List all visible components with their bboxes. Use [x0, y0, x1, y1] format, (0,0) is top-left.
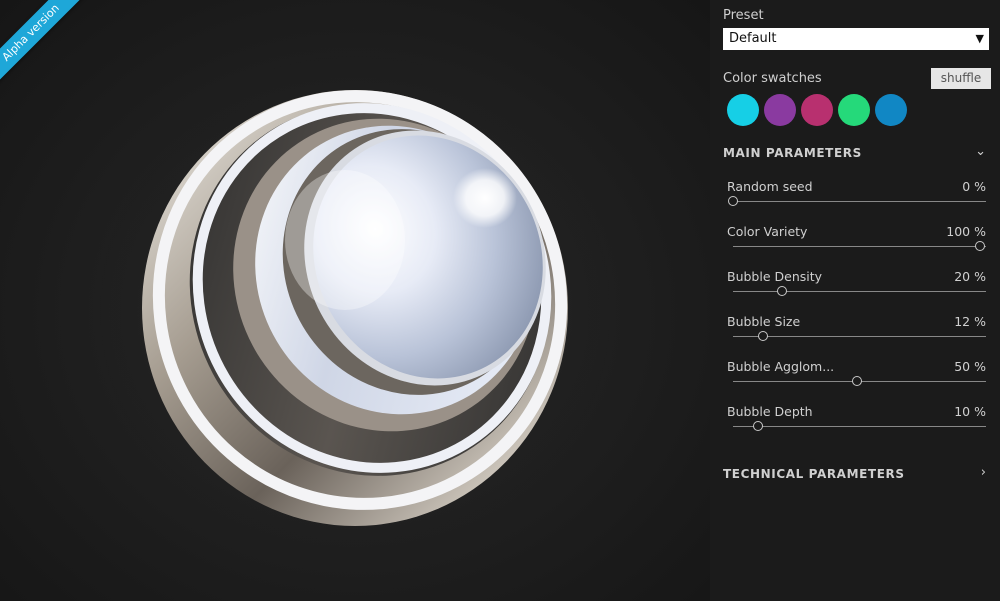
slider-track[interactable]: [733, 336, 986, 337]
param-name: Bubble Depth: [727, 404, 813, 419]
param-bubble-density: Bubble Density 20 %: [727, 269, 986, 314]
slider-track[interactable]: [733, 201, 986, 202]
param-name: Random seed: [727, 179, 813, 194]
slider-track[interactable]: [733, 246, 986, 247]
slider-knob[interactable]: [752, 421, 763, 431]
param-bubble-size: Bubble Size 12 %: [727, 314, 986, 359]
slider-knob[interactable]: [757, 331, 768, 341]
color-swatch[interactable]: [838, 94, 870, 126]
param-value: 10 %: [954, 404, 986, 419]
param-value: 100 %: [946, 224, 986, 239]
color-swatch[interactable]: [764, 94, 796, 126]
param-name: Bubble Size: [727, 314, 801, 329]
param-value: 0 %: [962, 179, 986, 194]
param-value: 12 %: [954, 314, 986, 329]
param-value: 50 %: [954, 359, 986, 374]
param-name: Color Variety: [727, 224, 808, 239]
preset-select[interactable]: Default ▼: [723, 28, 989, 50]
param-color-variety: Color Variety 100 %: [727, 224, 986, 269]
param-random-seed: Random seed 0 %: [727, 179, 986, 224]
color-swatch[interactable]: [875, 94, 907, 126]
material-preview-viewport[interactable]: Alpha version: [0, 0, 710, 601]
dropdown-arrow-icon: ▼: [975, 32, 984, 45]
param-bubble-agglomeration: Bubble Agglom... 50 %: [727, 359, 986, 404]
preset-value: Default: [729, 31, 777, 46]
color-swatch[interactable]: [801, 94, 833, 126]
chevron-down-icon[interactable]: ⌄: [975, 144, 986, 159]
settings-panel: Preset Default ▼ Color swatches shuffle …: [710, 0, 1000, 601]
param-value: 20 %: [954, 269, 986, 284]
slider-knob[interactable]: [777, 286, 788, 296]
preset-label: Preset: [723, 8, 764, 23]
slider-track[interactable]: [733, 291, 986, 292]
chevron-right-icon[interactable]: ›: [981, 465, 986, 480]
slider-knob[interactable]: [851, 376, 862, 386]
slider-knob[interactable]: [975, 241, 985, 251]
param-bubble-depth: Bubble Depth 10 %: [727, 404, 986, 449]
shuffle-button[interactable]: shuffle: [931, 68, 991, 89]
technical-parameters-header[interactable]: TECHNICAL PARAMETERS: [723, 467, 905, 481]
slider-track[interactable]: [733, 426, 986, 427]
color-swatches-label: Color swatches: [723, 71, 822, 86]
slider-knob[interactable]: [728, 196, 738, 206]
param-name: Bubble Agglom...: [727, 359, 835, 374]
material-sphere-render: [95, 50, 615, 570]
color-swatch[interactable]: [727, 94, 759, 126]
main-parameters-header[interactable]: MAIN PARAMETERS: [723, 146, 862, 160]
param-name: Bubble Density: [727, 269, 823, 284]
